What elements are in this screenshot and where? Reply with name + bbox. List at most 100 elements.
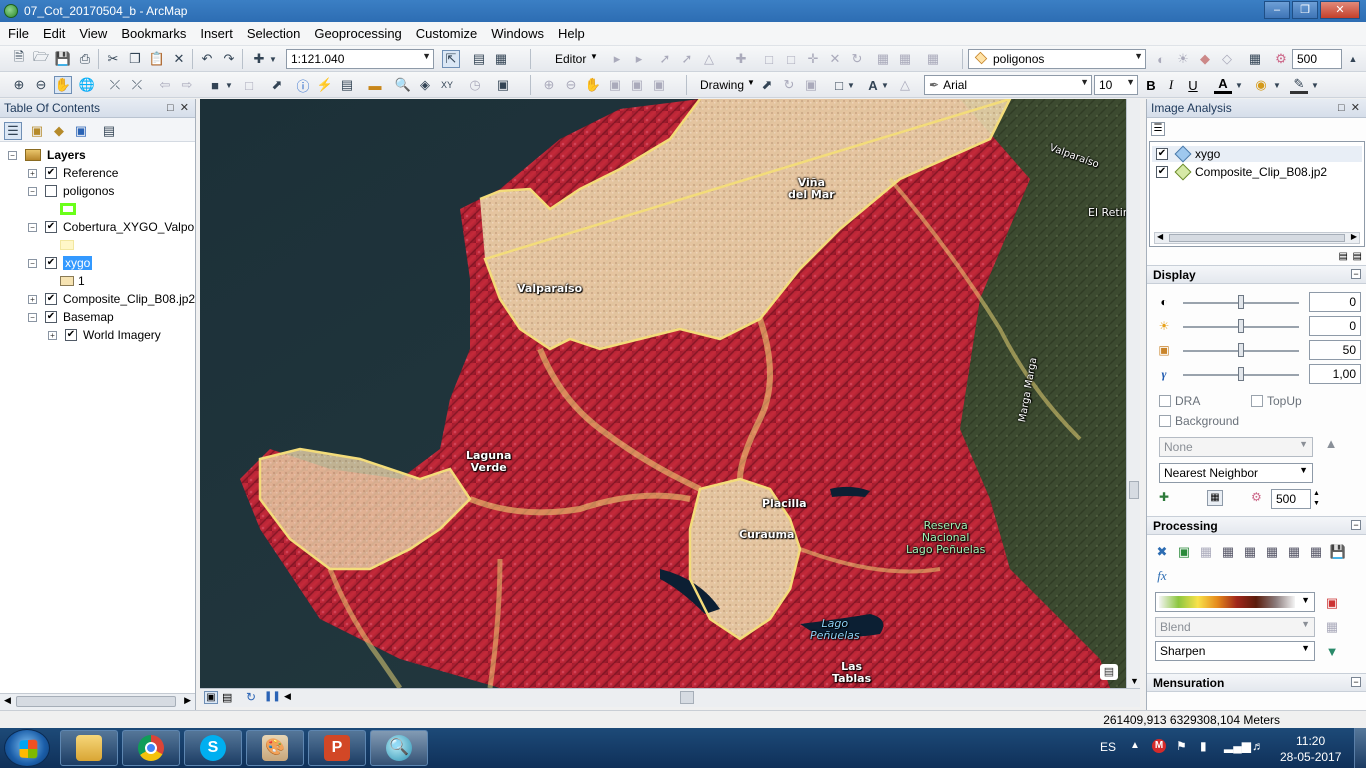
map-canvas[interactable] xyxy=(200,99,1126,688)
layer-visibility-checkbox[interactable]: ✔ xyxy=(45,221,57,233)
menu-selection[interactable]: Selection xyxy=(241,26,306,41)
action-center-icon[interactable]: ⚑ xyxy=(1176,739,1187,753)
zoom-in-icon[interactable]: ⊕ xyxy=(10,76,28,94)
export-icon[interactable]: 💾 xyxy=(1329,543,1347,561)
layout-view-icon[interactable]: ▤ xyxy=(222,691,232,704)
resolution-input[interactable]: 500 xyxy=(1271,489,1311,509)
sharpen-dropdown[interactable]: Sharpen ▼ xyxy=(1155,641,1315,661)
hyperlink-icon[interactable]: ⚡ xyxy=(316,76,334,94)
open-folder-icon[interactable]: 🗁 xyxy=(32,49,50,68)
close-icon[interactable]: ✕ xyxy=(1351,102,1360,114)
clip-icon[interactable]: ✖ xyxy=(1153,543,1171,561)
fill-dropdown-icon[interactable]: ▼ xyxy=(1272,76,1282,94)
save-icon[interactable]: 💾 xyxy=(54,50,72,68)
checkbox-box[interactable] xyxy=(1251,395,1263,407)
layout-zoom-out-icon[interactable]: ⊖ xyxy=(562,76,580,94)
ndvi-icon[interactable]: ▦ xyxy=(1263,543,1281,561)
layers-root[interactable]: − Layers xyxy=(8,146,86,164)
list-by-visibility-icon[interactable]: ◆ xyxy=(50,122,68,140)
layout-zoom-100-icon[interactable]: ▣ xyxy=(628,76,646,94)
scroll-thumb[interactable] xyxy=(1169,234,1345,242)
mask-icon[interactable]: ▣ xyxy=(1175,543,1193,561)
language-indicator[interactable]: ES xyxy=(1100,740,1116,754)
clear-selection-icon[interactable]: □ xyxy=(240,76,258,94)
editor-dropdown-icon[interactable]: ▼ xyxy=(590,52,598,61)
add-data-dropdown-icon[interactable]: ▼ xyxy=(268,50,278,68)
transparency-icon[interactable]: ◆ xyxy=(1196,50,1214,68)
image-layer-checkbox[interactable]: ✔ xyxy=(1156,166,1168,178)
differencing-icon[interactable]: ▦ xyxy=(1241,543,1259,561)
antivirus-icon[interactable]: M xyxy=(1152,739,1166,753)
list-horizontal-scrollbar[interactable]: ◀ ▶ xyxy=(1154,232,1360,244)
colormap-dropdown[interactable]: ▼ xyxy=(1155,592,1315,612)
drawing-dropdown-icon[interactable]: ▼ xyxy=(747,78,755,87)
italic-button[interactable]: I xyxy=(1162,76,1180,94)
blend-settings-icon[interactable]: ▦ xyxy=(1323,618,1341,636)
brightness-input[interactable]: 0 xyxy=(1309,316,1361,336)
undo-icon[interactable]: ↶ xyxy=(198,50,216,68)
gamma-slider-thumb[interactable] xyxy=(1238,367,1244,381)
toc-layer-reference[interactable]: + ✔ Reference xyxy=(28,164,118,182)
zoom-to-selected-icon[interactable]: ▣ xyxy=(802,76,820,94)
map-tips-icon[interactable]: ▤ xyxy=(1100,664,1118,680)
transparency-input[interactable]: 50 xyxy=(1309,340,1361,360)
power-icon[interactable]: ▮ xyxy=(1200,739,1207,753)
expand-icon[interactable]: + xyxy=(28,168,37,178)
trace-icon[interactable]: △ xyxy=(700,50,718,68)
font-color-button[interactable]: A xyxy=(1214,76,1232,94)
paste-icon[interactable]: 📋 xyxy=(148,50,166,68)
scroll-thumb[interactable] xyxy=(1129,481,1139,499)
zoom-resolution-icon[interactable]: ▦ xyxy=(1207,490,1223,506)
start-button[interactable] xyxy=(4,729,50,767)
close-icon[interactable]: ✕ xyxy=(180,102,189,114)
line-color-icon[interactable]: ✎ xyxy=(1290,76,1308,94)
scroll-left-icon[interactable]: ◀ xyxy=(284,691,291,702)
go-to-xy-icon[interactable]: XY xyxy=(438,76,456,94)
taskbar-explorer[interactable] xyxy=(60,730,118,766)
histogram-icon[interactable]: ▲ xyxy=(1321,436,1341,456)
layer-visibility-checkbox[interactable]: ✔ xyxy=(45,311,57,323)
map-view[interactable]: Viña del Mar Valparaíso Laguna Verde Pla… xyxy=(200,99,1126,688)
toc-options-icon[interactable]: ▤ xyxy=(100,122,118,140)
resolution-spinner[interactable]: ▲ ▼ xyxy=(1313,489,1323,509)
select-graphics-icon[interactable]: ⬈ xyxy=(758,76,776,94)
layout-zoom-in-icon[interactable]: ⊕ xyxy=(540,76,558,94)
layer-visibility-checkbox[interactable] xyxy=(45,185,57,197)
menu-geoprocessing[interactable]: Geoprocessing xyxy=(308,26,407,41)
resolution-icon[interactable]: ▦ xyxy=(1246,50,1264,68)
resolution-input[interactable]: 500 xyxy=(1292,49,1342,69)
select-elements-icon[interactable]: ⬈ xyxy=(268,76,286,94)
brightness-slider-thumb[interactable] xyxy=(1238,319,1244,333)
taskbar-powerpoint[interactable]: P xyxy=(308,730,366,766)
image-layer-checkbox[interactable]: ✔ xyxy=(1156,148,1168,160)
editor-toolbar-icon[interactable]: ⇱ xyxy=(442,50,460,68)
expand-icon[interactable]: + xyxy=(28,294,37,304)
sharpen-apply-icon[interactable]: ▼ xyxy=(1323,642,1341,660)
find-route-icon[interactable]: ◈ xyxy=(416,76,434,94)
list-by-source-icon[interactable]: ▣ xyxy=(28,122,46,140)
new-document-icon[interactable]: 🗎 xyxy=(10,49,28,68)
close-button[interactable]: ✕ xyxy=(1320,1,1360,19)
list-by-selection-icon[interactable]: ▣ xyxy=(72,122,90,140)
print-icon[interactable]: ⎙ xyxy=(76,50,94,68)
toc-layer-xygo[interactable]: − ✔ xygo xyxy=(28,254,93,272)
edit-vertices-drawing-icon[interactable]: △ xyxy=(896,76,914,94)
brightness-icon[interactable]: ☀ xyxy=(1174,50,1192,68)
show-desktop-button[interactable] xyxy=(1354,728,1366,768)
collapse-section-icon[interactable]: − xyxy=(1351,269,1361,279)
toc-layer-cobertura[interactable]: − ✔ Cobertura_XYGO_Valpo xyxy=(28,218,194,236)
expand-all-icon[interactable]: ▤ xyxy=(1339,251,1348,262)
list-by-drawing-order-icon[interactable]: ☰ xyxy=(4,122,22,140)
contrast-input[interactable]: 0 xyxy=(1309,292,1361,312)
pause-drawing-icon[interactable]: ❚❚ xyxy=(264,691,281,702)
font-size-combo[interactable]: 10 ▼ xyxy=(1094,75,1138,95)
collapse-section-icon[interactable]: − xyxy=(1351,677,1361,687)
resolution-settings-icon[interactable]: ⚙ xyxy=(1251,490,1267,506)
menu-help[interactable]: Help xyxy=(552,26,591,41)
back-extent-icon[interactable]: ⇦ xyxy=(156,76,174,94)
font-color-dropdown-icon[interactable]: ▼ xyxy=(1234,76,1244,94)
line-dropdown-icon[interactable]: ▼ xyxy=(1310,76,1320,94)
resolution-spin-icon[interactable]: ▲ xyxy=(1344,50,1362,68)
map-vertical-scrollbar[interactable]: ▼ xyxy=(1126,99,1140,688)
scroll-right-icon[interactable]: ▶ xyxy=(1351,232,1357,241)
